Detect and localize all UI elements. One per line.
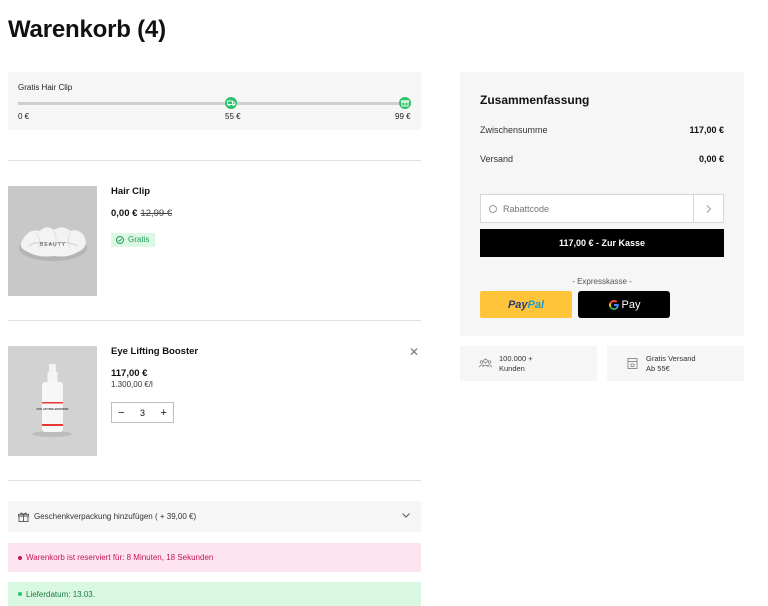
paypal-logo-part: Pal (527, 298, 545, 311)
summary-title: Zusammenfassung (480, 93, 590, 107)
checkout-button[interactable]: 117,00 € - Zur Kasse (480, 229, 724, 257)
gift-wrap-toggle[interactable]: Geschenkverpackung hinzufügen ( + 39,00 … (8, 501, 421, 532)
paypal-logo-part: Pay (507, 298, 528, 311)
item-old-price: 12,99 € (140, 208, 173, 219)
reservation-text: Warenkorb ist reserviert für: 8 Minuten,… (26, 553, 214, 562)
trust-line: Gratis Versand (646, 353, 696, 363)
item-name[interactable]: Eye Lifting Booster (111, 346, 198, 357)
minus-icon[interactable]: − (118, 407, 124, 419)
trust-line: 100.000 + (499, 353, 533, 363)
item-price: 0,00 €12,99 € (111, 208, 172, 219)
free-gift-progress: Gratis Hair Clip 0 € 55 € 99 € (8, 72, 421, 130)
gift-wrap-label: Geschenkverpackung hinzufügen ( + 39,00 … (34, 512, 197, 521)
gratis-badge: Gratis (111, 233, 156, 247)
item-name[interactable]: Hair Clip (111, 186, 150, 197)
gift-icon (18, 512, 29, 522)
progress-tick-55: 55 € (225, 112, 241, 121)
coupon-icon (489, 204, 497, 213)
progress-tick-0: 0 € (18, 112, 30, 121)
delivery-text: Lieferdatum: 13.03. (26, 589, 95, 599)
page-title: Warenkorb (4) (8, 16, 166, 43)
close-icon[interactable]: ✕ (409, 345, 419, 359)
product-label-text: EYE LIFTING BOOSTER (37, 407, 69, 411)
chevron-right-icon[interactable] (693, 195, 723, 222)
plus-icon[interactable]: + (161, 407, 167, 419)
coupon-input[interactable] (503, 203, 683, 214)
chevron-down-icon[interactable] (401, 510, 411, 523)
truck-icon (225, 97, 237, 109)
quantity-value[interactable]: 3 (140, 408, 145, 418)
package-icon (625, 356, 640, 371)
shipping-value: 0,00 € (698, 154, 724, 164)
google-pay-button[interactable]: Pay (578, 291, 670, 318)
quantity-stepper: − 3 + (111, 402, 174, 423)
delivery-notice: Lieferdatum: 13.03. (8, 582, 421, 606)
order-summary: Zusammenfassung Zwischensumme 117,00 € V… (460, 72, 744, 336)
shipping-label: Versand (480, 154, 514, 164)
item-current-price: 0,00 € (111, 208, 138, 219)
subtotal-value: 117,00 € (689, 125, 724, 135)
divider (8, 160, 421, 161)
express-checkout-label: - Expresskasse - (572, 277, 632, 286)
google-g-icon (608, 299, 620, 311)
status-dot (18, 592, 22, 596)
paypal-button[interactable]: Pay Pal (480, 291, 572, 318)
progress-tick-99: 99 € (395, 112, 411, 121)
gratis-label: Gratis (128, 235, 150, 244)
gift-icon (399, 97, 411, 109)
hair-clip-image[interactable]: BEAUTY (8, 186, 97, 296)
product-imprint: BEAUTY (40, 242, 66, 248)
google-pay-label: Pay (621, 298, 641, 311)
subtotal-label: Zwischensumme (480, 125, 548, 135)
trust-text: Gratis Versand Ab 55€ (646, 354, 696, 374)
users-icon (478, 356, 493, 371)
progress-track (18, 102, 411, 105)
divider (8, 320, 421, 321)
divider (8, 480, 421, 481)
eye-lifting-booster-image[interactable]: EYE LIFTING BOOSTER (8, 346, 97, 456)
trust-text: 100.000 + Kunden (499, 354, 533, 374)
trust-line: Ab 55€ (646, 363, 670, 373)
trust-badge-customers: 100.000 + Kunden (460, 346, 597, 381)
trust-badge-shipping: Gratis Versand Ab 55€ (607, 346, 744, 381)
unit-price: 1.300,00 €/l (111, 380, 153, 389)
reservation-notice: Warenkorb ist reserviert für: 8 Minuten,… (8, 543, 421, 572)
status-dot (18, 555, 22, 560)
coupon-field (480, 194, 724, 223)
trust-line: Kunden (499, 363, 525, 373)
progress-label: Gratis Hair Clip (18, 83, 73, 92)
check-circle-icon (116, 236, 124, 244)
item-price: 117,00 € (111, 368, 148, 379)
progress-fill (18, 102, 411, 105)
